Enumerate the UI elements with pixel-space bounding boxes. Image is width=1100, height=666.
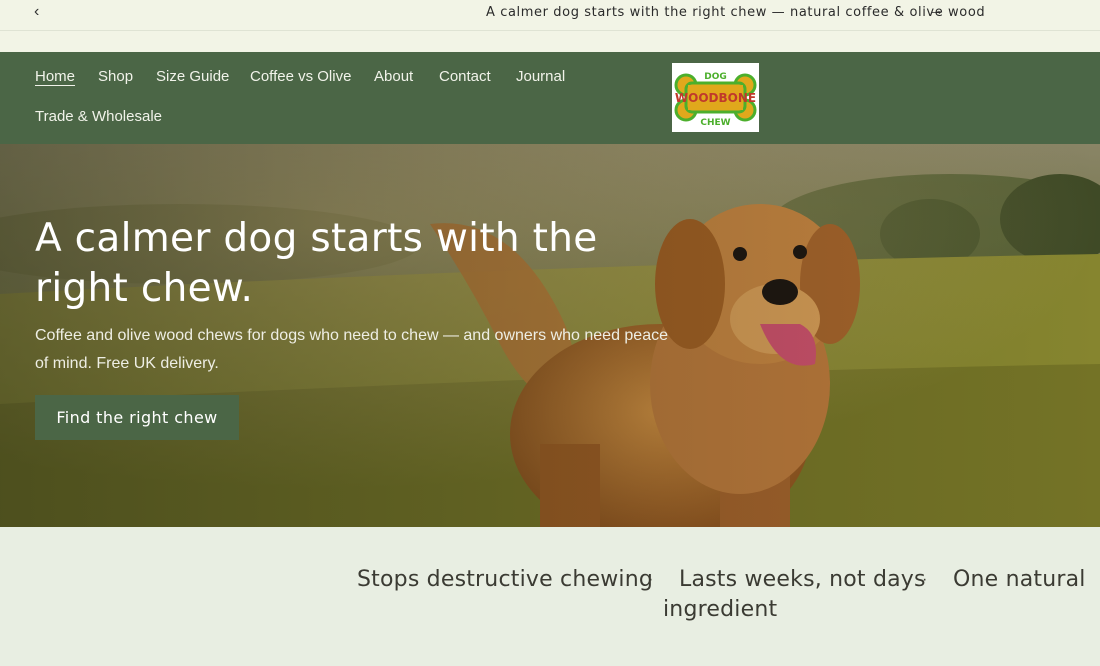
- woodbone-logo-icon: DOG WOODBONE CHEW: [674, 72, 757, 128]
- announcement-message[interactable]: A calmer dog starts with the right chew …: [486, 5, 985, 20]
- hero-title: A calmer dog starts with the right chew.: [35, 216, 598, 311]
- benefit-separator: ·: [648, 571, 654, 588]
- nav-journal[interactable]: Journal: [516, 68, 565, 85]
- nav-shop[interactable]: Shop: [98, 68, 133, 85]
- hero-banner: A calmer dog starts with the right chew.…: [0, 144, 1100, 527]
- chevron-left-icon[interactable]: ‹: [34, 3, 39, 21]
- benefit-separator: ·: [922, 571, 928, 588]
- hero-subtitle: Coffee and olive wood chews for dogs who…: [35, 327, 668, 372]
- logo-text-top: DOG: [704, 72, 727, 82]
- brand-logo[interactable]: DOG WOODBONE CHEW: [672, 63, 759, 132]
- logo-text-bottom: CHEW: [700, 118, 730, 128]
- nav-coffee-vs-olive[interactable]: Coffee vs Olive: [250, 68, 351, 85]
- find-right-chew-button[interactable]: Find the right chew: [35, 395, 239, 440]
- benefit-ingredient: ingredient: [663, 597, 778, 622]
- header-spacer: [0, 31, 1100, 52]
- nav-size-guide[interactable]: Size Guide: [156, 68, 229, 85]
- arrow-right-icon[interactable]: →: [929, 2, 944, 19]
- announcement-bar: ‹ A calmer dog starts with the right che…: [0, 0, 1100, 31]
- logo-text-main: WOODBONE: [675, 91, 756, 105]
- site-header: Home Shop Size Guide Coffee vs Olive Abo…: [0, 52, 1100, 144]
- benefit-stops-chewing: Stops destructive chewing: [357, 567, 654, 592]
- benefit-one-natural: One natural: [953, 567, 1086, 592]
- nav-home[interactable]: Home: [35, 68, 75, 85]
- nav-about[interactable]: About: [374, 68, 413, 85]
- nav-trade-wholesale[interactable]: Trade & Wholesale: [35, 108, 162, 125]
- benefits-strip: Stops destructive chewing · Lasts weeks,…: [0, 527, 1100, 666]
- nav-contact[interactable]: Contact: [439, 68, 491, 85]
- benefit-lasts-weeks: Lasts weeks, not days: [679, 567, 926, 592]
